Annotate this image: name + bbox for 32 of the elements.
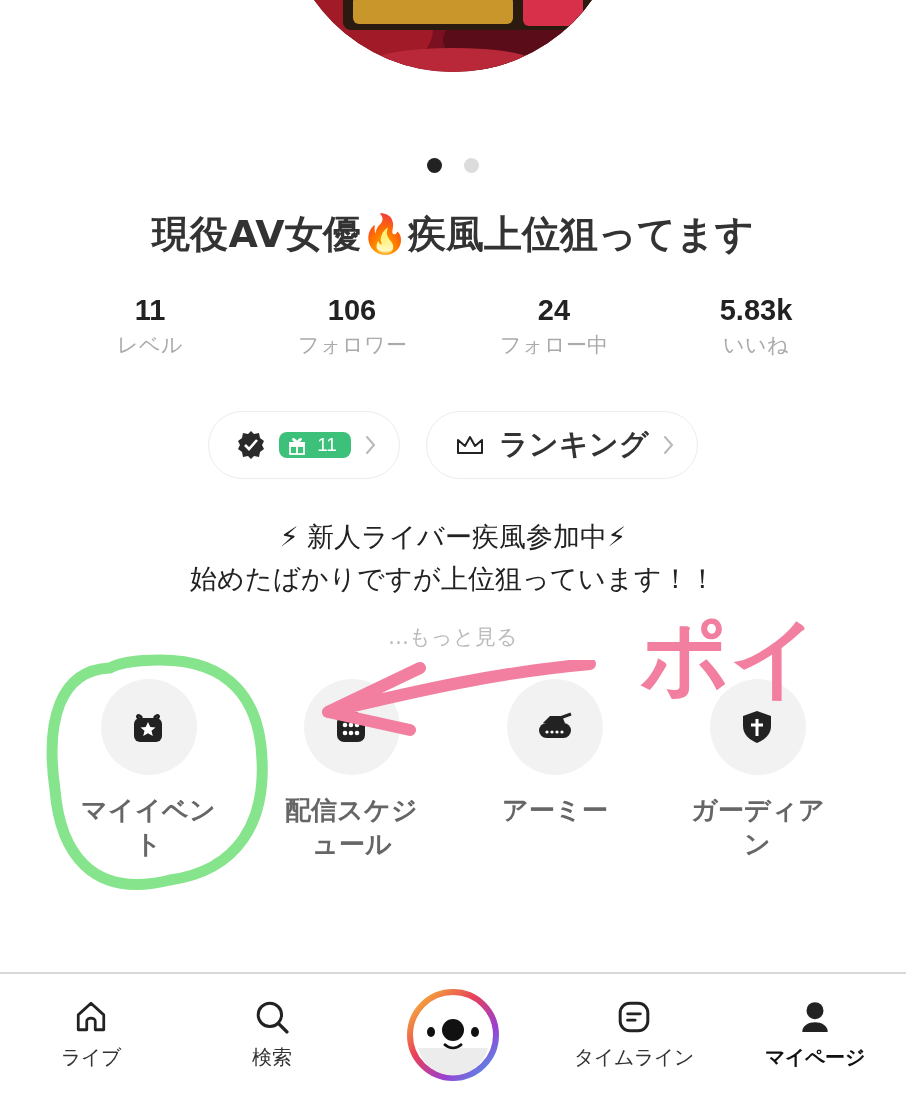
ranking-label: ランキング bbox=[498, 426, 649, 463]
search-icon bbox=[254, 1000, 289, 1034]
nav-tab[interactable]: 検索 bbox=[181, 974, 363, 1071]
nav-tab[interactable]: マイページ bbox=[724, 974, 906, 1071]
crown-icon bbox=[454, 433, 485, 457]
stat-value: 5.83k bbox=[719, 294, 793, 327]
gift-icon bbox=[287, 435, 308, 455]
stat-label: フォロー中 bbox=[500, 332, 608, 359]
annotation-text: ポイ bbox=[640, 614, 820, 702]
feature-label: マイイベント bbox=[80, 794, 217, 861]
stat-value: 24 bbox=[537, 294, 571, 327]
face-button-icon[interactable] bbox=[406, 988, 500, 1082]
feature-label: アーミー bbox=[500, 794, 609, 827]
carousel-dot[interactable] bbox=[427, 158, 442, 173]
bio-text: ⚡ 新人ライバー疾風参加中⚡ bbox=[279, 520, 627, 554]
feature-label: 配信スケジュール bbox=[284, 794, 419, 861]
nav-tab[interactable]: タイムライン bbox=[543, 974, 725, 1071]
stat-label: いいね bbox=[723, 332, 789, 359]
bio-text: 始めたばかりですが上位狙っています！！ bbox=[190, 562, 716, 596]
chevron-icon bbox=[364, 435, 377, 455]
gift-count: 11 bbox=[317, 434, 337, 456]
verified-badge-icon bbox=[237, 430, 266, 460]
feature-label: ガーディアン bbox=[689, 794, 826, 861]
stat-value: 11 bbox=[134, 294, 166, 327]
profile-title: 現役AV女優🔥疾風上位狙ってます bbox=[152, 211, 754, 258]
carousel-dot[interactable] bbox=[464, 158, 479, 173]
stat-value: 106 bbox=[327, 294, 377, 327]
timeline-icon bbox=[617, 1000, 652, 1034]
chevron-icon bbox=[662, 435, 675, 455]
stat-label: フォロワー bbox=[297, 332, 407, 359]
nav-tab[interactable]: ライブ bbox=[0, 974, 182, 1071]
stat-label: レベル bbox=[117, 332, 183, 359]
